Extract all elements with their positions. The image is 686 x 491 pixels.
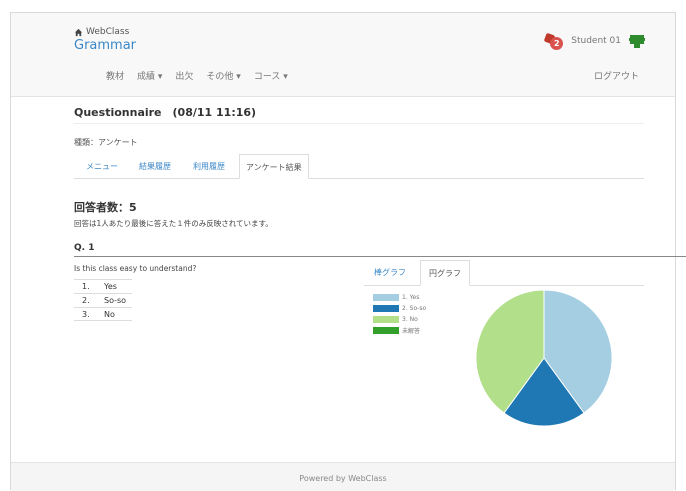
notification-button[interactable]: 2 xyxy=(543,32,564,50)
list-item: 3. No xyxy=(74,307,132,321)
header: WebClass Grammar 2 Student 01 教材 成績 ▾ 出欠… xyxy=(11,13,675,97)
legend-swatch xyxy=(373,327,399,334)
choice-label: So-so xyxy=(104,296,127,305)
tab-bar-chart[interactable]: 棒グラフ xyxy=(366,260,414,286)
main-nav: 教材 成績 ▾ 出欠 その他 ▾ コース ▾ xyxy=(106,69,288,82)
footer: Powered by WebClass xyxy=(11,462,675,491)
home-icon xyxy=(74,28,83,36)
list-item: 1. Yes xyxy=(74,279,132,293)
logout-link[interactable]: ログアウト xyxy=(594,69,639,82)
nav-item-grades[interactable]: 成績 ▾ xyxy=(137,69,162,82)
legend-label: 未解答 xyxy=(402,328,421,335)
result-tabs: メニュー 結果履歴 利用履歴 アンケート結果 xyxy=(74,154,644,179)
tab-survey-results[interactable]: アンケート結果 xyxy=(239,154,309,179)
question-number: Q. 1 xyxy=(74,243,95,253)
choice-number: 3. xyxy=(82,309,90,319)
page-title: Questionnaire (08/11 11:16) xyxy=(74,106,257,119)
brand-small[interactable]: WebClass xyxy=(74,27,136,37)
legend-swatch xyxy=(373,294,399,301)
legend-label: 3. No xyxy=(402,316,418,323)
list-item: 2. So-so xyxy=(74,293,132,307)
nav-item-course[interactable]: コース ▾ xyxy=(254,69,288,82)
chart-legend: 1. Yes 2. So-so 3. No 未解答 xyxy=(373,292,426,336)
pie-chart xyxy=(475,289,613,427)
question-divider xyxy=(74,256,686,257)
legend-label: 1. Yes xyxy=(402,294,420,301)
answer-note: 回答は1人あたり最後に答えた１件のみ反映されています。 xyxy=(74,219,273,228)
choice-number: 1. xyxy=(82,282,90,291)
legend-item: 未解答 xyxy=(373,325,426,336)
legend-swatch xyxy=(373,305,399,312)
footer-text: Powered by WebClass xyxy=(299,474,387,483)
brand[interactable]: WebClass Grammar xyxy=(74,27,136,53)
nav-item-other[interactable]: その他 ▾ xyxy=(206,69,240,82)
page: WebClass Grammar 2 Student 01 教材 成績 ▾ 出欠… xyxy=(0,0,686,491)
tab-result-history[interactable]: 結果履歴 xyxy=(133,154,177,179)
legend-item: 1. Yes xyxy=(373,292,426,303)
notification-badge: 2 xyxy=(550,37,564,50)
nav-item-attendance[interactable]: 出欠 xyxy=(175,69,193,82)
tab-usage-history[interactable]: 利用履歴 xyxy=(187,154,231,179)
choice-label: Yes xyxy=(104,282,117,291)
legend-swatch xyxy=(373,316,399,323)
legend-item: 2. So-so xyxy=(373,303,426,314)
type-line: 種類：アンケート xyxy=(74,138,138,147)
chart-panel: 棒グラフ 円グラフ 1. Yes 2. So-so 3. No 未解答 xyxy=(364,260,644,435)
avatar-icon[interactable] xyxy=(629,33,645,49)
course-title[interactable]: Grammar xyxy=(74,38,136,53)
nav-item-materials[interactable]: 教材 xyxy=(106,69,124,82)
legend-label: 2. So-so xyxy=(402,305,427,312)
chart-tabs: 棒グラフ 円グラフ xyxy=(364,260,644,286)
tab-pie-chart[interactable]: 円グラフ xyxy=(420,260,470,286)
user-name[interactable]: Student 01 xyxy=(571,36,621,46)
question-text: Is this class easy to understand? xyxy=(74,264,197,273)
choice-number: 2. xyxy=(82,296,90,305)
user-area: 2 Student 01 xyxy=(543,32,645,50)
legend-item: 3. No xyxy=(373,314,426,325)
choice-label: No xyxy=(104,309,115,319)
divider xyxy=(74,123,644,124)
choice-list: 1. Yes 2. So-so 3. No xyxy=(74,279,132,321)
answer-count: 回答者数：5 xyxy=(74,201,137,214)
brand-name[interactable]: WebClass xyxy=(86,27,129,37)
tab-menu[interactable]: メニュー xyxy=(80,154,124,179)
